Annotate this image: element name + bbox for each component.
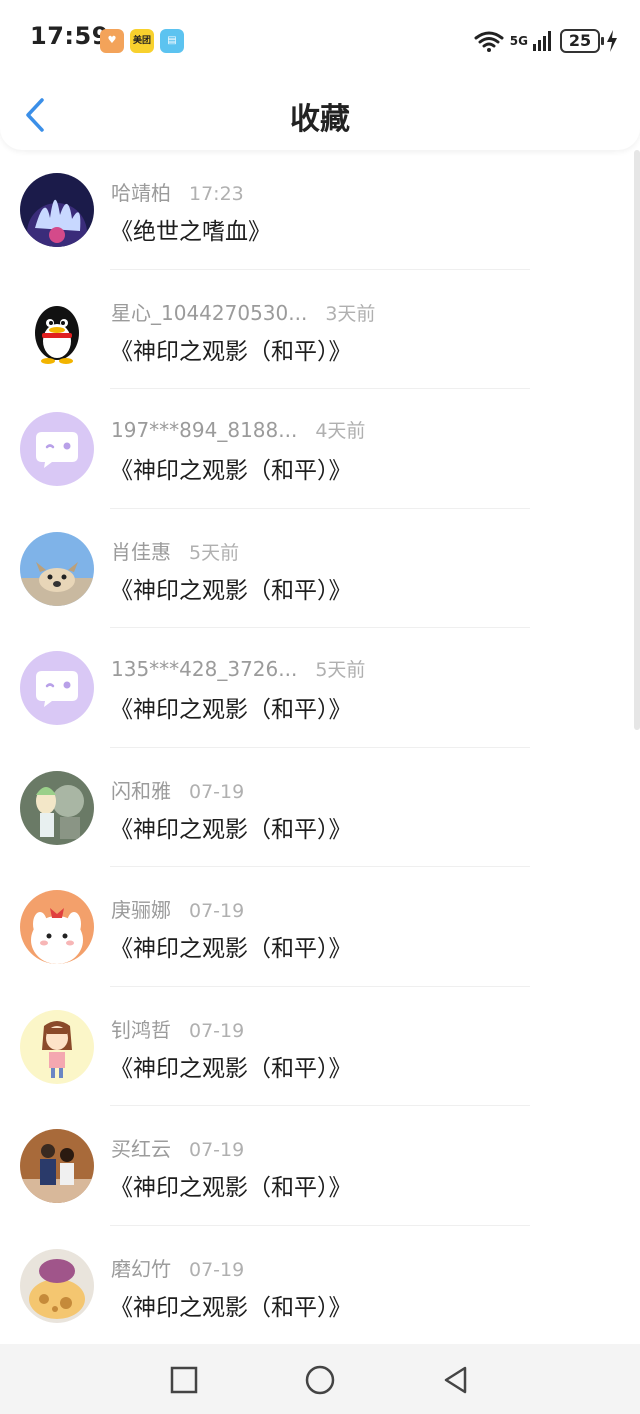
author-name: 钊鸿哲 [111,1017,171,1042]
favorite-title: 《神印之观影（和平）》 [110,816,352,843]
home-button[interactable] [304,1364,336,1396]
list-item[interactable]: 买红云 07-19 《神印之观影（和平）》 [0,1106,640,1226]
meta-line: 197***894_8188... 4天前 [111,416,365,443]
favorite-title: 《神印之观影（和平）》 [110,936,352,962]
list-item[interactable]: 钊鸿哲 07-19 《神印之观影（和平）》 [0,987,640,1106]
recent-apps-button[interactable] [168,1364,200,1396]
signal-icon [533,31,551,51]
battery-indicator: 25 [560,29,604,53]
square-icon [170,1366,198,1394]
author-name: 197***894_8188... [111,418,298,442]
author-name: 哈靖柏 [111,181,171,205]
page-title: 收藏 [290,102,350,137]
timestamp: 3天前 [325,302,376,325]
network-type-label: 5G [509,34,528,48]
system-back-button[interactable] [440,1364,472,1396]
meta-line: 135***428_3726... 5天前 [111,655,365,682]
dog-sky-avatar [20,531,94,606]
list-item[interactable]: 肖佳惠 5天前 《神印之观影（和平）》 [0,509,640,628]
timestamp: 4天前 [315,420,366,442]
chat-bubble-avatar [20,651,94,725]
favorite-title: 《神印之观影（和平）》 [110,458,352,484]
timestamp: 07-19 [189,1019,245,1042]
author-name: 买红云 [111,1137,171,1161]
status-time: 17:59 [30,22,109,50]
list-item[interactable]: 星心_1044270530... 3天前 《神印之观影（和平）》 [0,270,640,389]
couple-photo-avatar [20,1129,94,1203]
screen: 17:59 ♥ 美团 ▤ 5G 25 收藏 哈靖柏 17:23 《绝世之嗜血》 … [0,0,640,1414]
list-item[interactable]: 135***428_3726... 5天前 《神印之观影（和平）》 [0,628,640,748]
anime-character-avatar [20,770,94,845]
author-name: 肖佳惠 [111,539,171,564]
timestamp: 5天前 [189,541,240,564]
meta-line: 肖佳惠 5天前 [111,536,239,565]
author-name: 磨幻竹 [111,1256,171,1281]
timestamp: 07-19 [189,780,245,803]
meta-line: 哈靖柏 17:23 [111,177,244,206]
status-bar: 17:59 ♥ 美团 ▤ 5G 25 [0,0,640,80]
cake-photo-avatar [20,1248,94,1323]
timestamp: 5天前 [315,659,366,681]
meta-line: 磨幻竹 07-19 [111,1253,244,1282]
meituan-app-icon: 美团 [130,29,154,53]
favorite-title: 《神印之观影（和平）》 [110,1175,352,1201]
top-card: 17:59 ♥ 美团 ▤ 5G 25 收藏 [0,0,640,150]
favorites-list: 哈靖柏 17:23 《绝世之嗜血》 星心_1044270530... 3天前 《… [0,150,640,1345]
scrollbar[interactable] [634,150,640,730]
coral-photo-avatar [20,173,94,247]
triangle-back-icon [444,1366,467,1394]
list-item[interactable]: 197***894_8188... 4天前 《神印之观影（和平）》 [0,389,640,509]
status-icons: 5G 25 [474,26,618,56]
list-item[interactable]: 磨幻竹 07-19 《神印之观影（和平）》 [0,1226,640,1346]
favorite-title: 《绝世之嗜血》 [110,219,271,245]
author-name: 135***428_3726... [111,657,298,681]
cartoon-girl-avatar [20,1009,94,1084]
favorite-title: 《神印之观影（和平）》 [110,697,352,723]
favorite-title: 《神印之观影（和平）》 [110,577,352,604]
meta-line: 闪和雅 07-19 [111,775,244,804]
meta-line: 星心_1044270530... 3天前 [111,297,375,326]
author-name: 庚骊娜 [111,898,171,922]
circle-icon [305,1365,335,1395]
nav-header: 收藏 [0,80,640,150]
list-item[interactable]: 庚骊娜 07-19 《神印之观影（和平）》 [0,867,640,987]
charging-bolt-icon [607,30,617,52]
timestamp: 07-19 [189,1258,245,1281]
timestamp: 07-19 [189,1139,245,1161]
favorite-title: 《神印之观影（和平）》 [110,338,352,365]
penguin-avatar [20,292,94,367]
system-navigation-bar [0,1344,640,1414]
author-name: 星心_1044270530... [111,300,308,325]
author-name: 闪和雅 [111,778,171,803]
heart-app-icon: ♥ [100,29,124,53]
favorite-title: 《神印之观影（和平）》 [110,1294,352,1321]
list-item[interactable]: 闪和雅 07-19 《神印之观影（和平）》 [0,748,640,867]
chat-bubble-avatar [20,412,94,486]
meta-line: 买红云 07-19 [111,1133,244,1162]
wifi-icon [474,31,504,52]
list-item[interactable]: 哈靖柏 17:23 《绝世之嗜血》 [0,150,640,270]
timestamp: 07-19 [189,900,245,922]
favorite-title: 《神印之观影（和平）》 [110,1055,352,1082]
book-app-icon: ▤ [160,29,184,53]
timestamp: 17:23 [189,183,244,205]
cartoon-bunny-avatar [20,890,94,964]
meta-line: 钊鸿哲 07-19 [111,1014,244,1043]
meta-line: 庚骊娜 07-19 [111,894,244,923]
